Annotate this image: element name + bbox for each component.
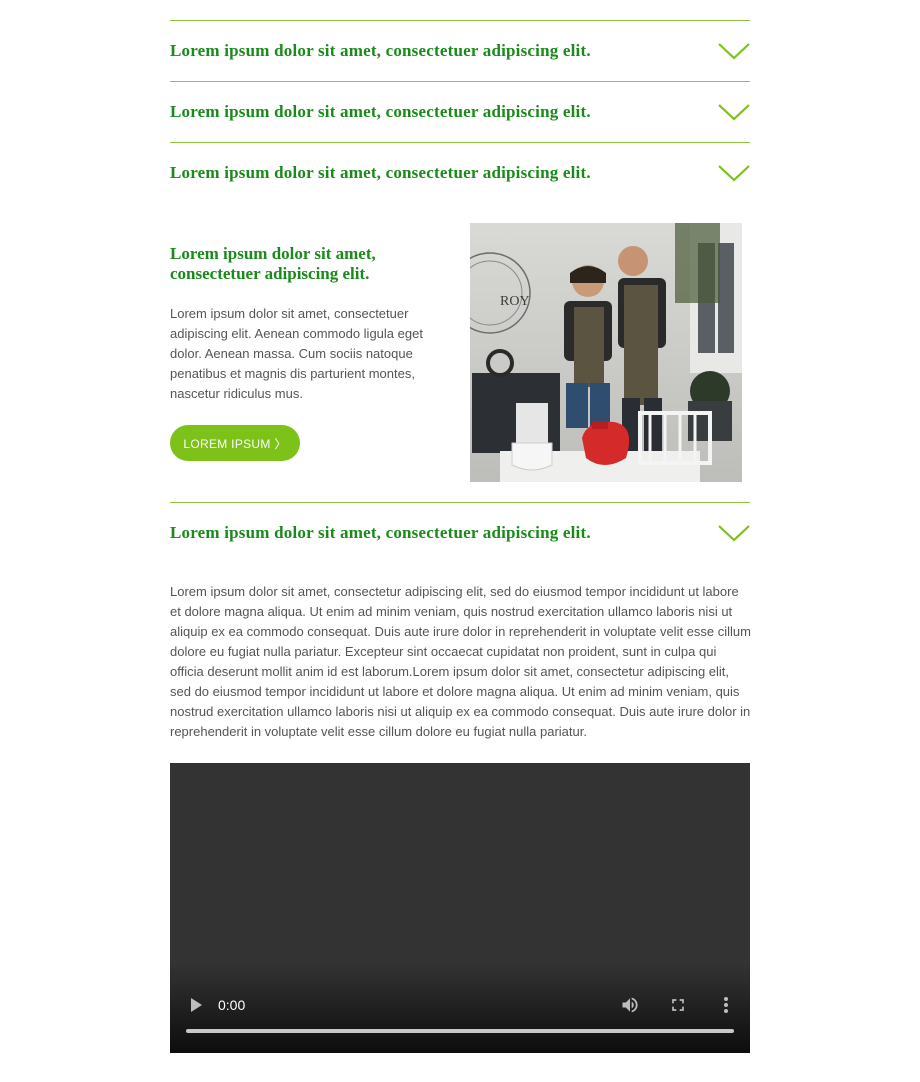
video-controls-gradient <box>170 963 750 1053</box>
feature-heading: Lorem ipsum dolor sit amet, consectetuer… <box>170 244 376 283</box>
wall-sign-text: ROY <box>500 294 530 309</box>
accordion-title: Lorem ipsum dolor sit amet, consectetuer… <box>170 102 591 121</box>
accordion-item-2[interactable]: Lorem ipsum dolor sit amet, consectetuer… <box>170 81 750 142</box>
chevron-down-icon[interactable] <box>718 102 750 122</box>
accordion-title: Lorem ipsum dolor sit amet, consectetuer… <box>170 523 591 542</box>
accordion-item-4[interactable]: Lorem ipsum dolor sit amet, consectetuer… <box>170 502 750 563</box>
accordion-title: Lorem ipsum dolor sit amet, consectetuer… <box>170 41 591 60</box>
play-icon[interactable] <box>188 996 204 1014</box>
accordion-title: Lorem ipsum dolor sit amet, consectetuer… <box>170 163 591 182</box>
accordion-item-1[interactable]: Lorem ipsum dolor sit amet, consectetuer… <box>170 20 750 81</box>
video-time: 0:00 <box>218 997 246 1013</box>
feature-body-text: Lorem ipsum dolor sit amet, consectetuer… <box>170 306 423 401</box>
accordion-item-3[interactable]: Lorem ipsum dolor sit amet, consectetuer… <box>170 142 750 203</box>
lorem-ipsum-button[interactable]: LOREM IPSUM 〉 <box>170 425 300 461</box>
body-paragraph: Lorem ipsum dolor sit amet, consectetur … <box>170 584 751 739</box>
chevron-down-icon[interactable] <box>718 523 750 543</box>
chevron-down-icon[interactable] <box>718 41 750 61</box>
video-player[interactable]: 0:00 <box>170 763 750 1053</box>
more-vert-icon[interactable] <box>718 995 734 1015</box>
volume-icon[interactable] <box>620 995 640 1015</box>
video-progress-bar[interactable] <box>186 1029 734 1033</box>
feature-photo: ROY <box>470 223 742 482</box>
fullscreen-icon[interactable] <box>668 995 688 1015</box>
chevron-down-icon[interactable] <box>718 163 750 183</box>
